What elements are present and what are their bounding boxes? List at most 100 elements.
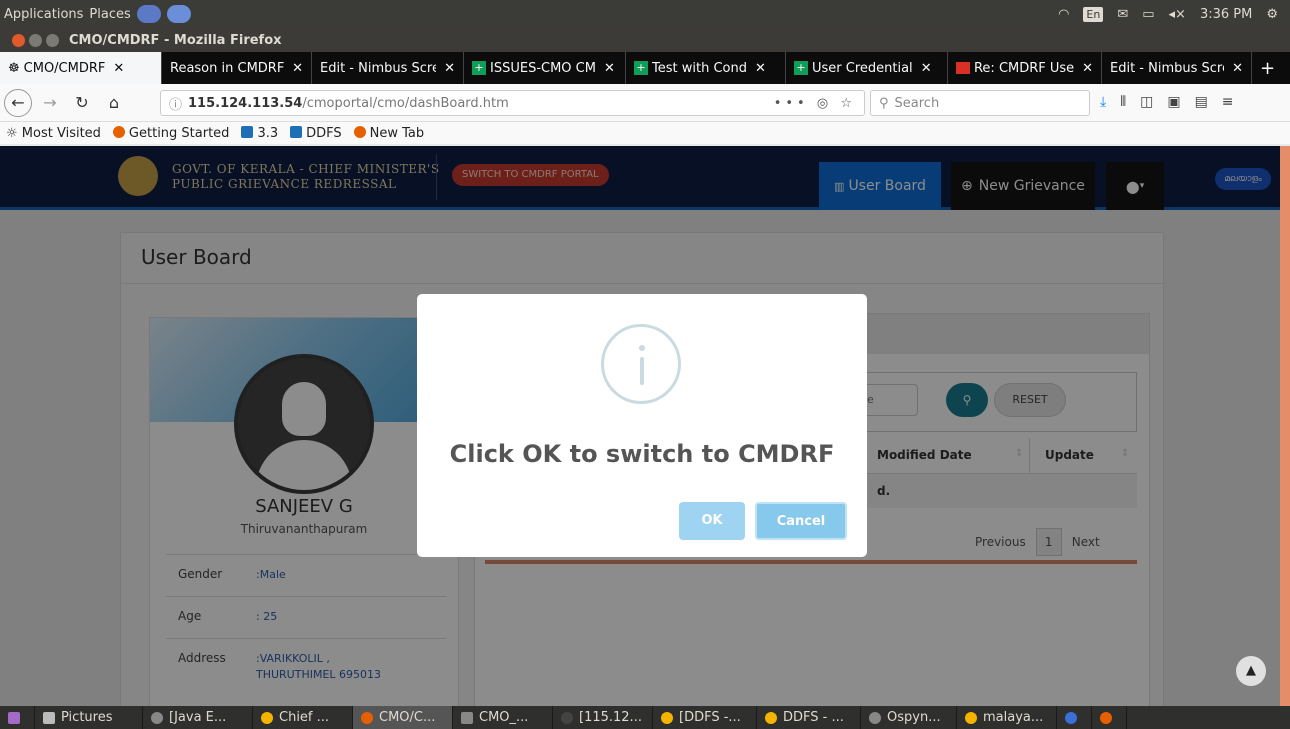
site-info-icon[interactable]: ⓘ [169,94,182,113]
tab-edit-nimbus[interactable]: Edit - Nimbus Scre ✕ [312,52,464,84]
home-icon[interactable]: ⌂ [100,89,128,117]
tab-label: CMO/CMDRF [23,60,106,76]
app-indicator-icon[interactable] [136,5,161,23]
bookmark-label: 3.3 [257,125,279,141]
extension-icon[interactable]: ▣ [1167,94,1180,110]
tab-cmo-cmdrf[interactable]: ☸ CMO/CMDRF ✕ [0,52,162,84]
tab-close-icon[interactable]: ✕ [604,61,615,76]
page-actions[interactable]: ••• ◎ ☆ [774,96,864,111]
tab-close-icon[interactable]: ✕ [755,61,766,76]
cancel-button[interactable]: Cancel [755,502,847,540]
sheets-icon: + [472,61,486,75]
tab-label: ISSUES-CMO CM [490,60,596,76]
firefox-icon [361,711,373,724]
taskbar-label: [DDFS -... [679,710,741,725]
taskbar-item-ddfs-1[interactable]: [DDFS -... [653,706,757,729]
clock[interactable]: 3:36 PM [1200,7,1252,22]
taskbar-item-ddfs-2[interactable]: DDFS - ... [757,706,861,729]
keyboard-language[interactable]: En [1083,6,1104,22]
bookmark-label: Getting Started [128,125,230,141]
sheets-icon: + [634,61,648,75]
bookmark-most-visited[interactable]: ☼ Most Visited [6,126,101,141]
window-minimize-button[interactable] [29,33,42,47]
tab-label: Edit - Nimbus Scre [1110,60,1225,76]
taskbar-label: CMO/C... [379,710,436,725]
search-input[interactable]: ⚲ Search [870,90,1090,116]
taskbar-item-chief[interactable]: Chief ... [253,706,353,729]
taskbar-item-cmo[interactable]: CMO/C... [353,706,453,729]
info-icon-bar [640,357,644,385]
window-close-button[interactable] [12,33,25,47]
app-icon [869,711,881,724]
search-icon: ⚲ [879,95,889,111]
tab-test-with-cond[interactable]: + Test with Cond ✕ [626,52,786,84]
terminal-icon [561,711,573,724]
library-icon[interactable]: ⫴ [1120,94,1126,110]
bookmark-3-3[interactable]: 3.3 [241,125,279,141]
taskbar-label: DDFS - ... [783,710,844,725]
tab-label: Re: CMDRF Use [973,60,1075,76]
mail-indicator-icon[interactable]: ✉ [1117,7,1128,22]
window-titlebar: CMO/CMDRF - Mozilla Firefox [0,28,1290,52]
dialog-message: Click OK to switch to CMDRF [449,440,835,468]
window-maximize-button[interactable] [46,33,59,47]
site-icon: ☸ [8,60,20,76]
tab-label: Edit - Nimbus Scre [320,60,437,76]
battery-icon[interactable]: ▭ [1142,7,1154,22]
ok-button[interactable]: OK [679,502,745,540]
tab-label: Test with Cond [652,60,747,76]
new-tab-button[interactable]: + [1252,52,1283,84]
tab-re-cmdrf[interactable]: Re: CMDRF Use ✕ [948,52,1102,84]
ddfs-icon [241,125,254,138]
taskbar-label: CMO_... [479,710,529,725]
url-bar[interactable]: ⓘ 115.124.113.54 /cmoportal/cmo/dashBoar… [160,90,865,116]
download-icon[interactable]: ⤓ [1100,94,1106,110]
places-menu[interactable]: Places [89,7,130,22]
menu-icon[interactable]: ≡ [1222,94,1234,110]
bookmarks-toolbar: ☼ Most Visited Getting Started 3.3 DDFS … [0,122,1290,144]
folder-icon [43,711,55,724]
tab-close-icon[interactable]: ✕ [444,61,455,76]
taskbar-item-pictures[interactable]: Pictures [35,706,143,729]
tab-close-icon[interactable]: ✕ [1232,61,1243,76]
tab-close-icon[interactable]: ✕ [921,61,932,76]
scroll-to-top-button[interactable]: ▲ [1236,656,1266,686]
tab-reason-in-cmdrf[interactable]: Reason in CMDRF . ✕ [162,52,312,84]
tab-issues-cmo[interactable]: + ISSUES-CMO CM ✕ [464,52,626,84]
taskbar-item-firefox[interactable] [1092,706,1127,729]
wifi-icon[interactable]: ◠ [1058,7,1069,22]
taskbar-item-browser-2[interactable] [1057,706,1092,729]
toolbar-icons: ⤓ ⫴ ◫ ▣ ▤ ≡ [1100,94,1234,110]
tab-edit-nimbus-2[interactable]: Edit - Nimbus Scre ✕ [1102,52,1252,84]
confirm-dialog: Click OK to switch to CMDRF OK Cancel [417,294,867,557]
tab-close-icon[interactable]: ✕ [292,61,303,76]
search-placeholder: Search [894,95,940,111]
taskbar-label: Ospyn... [887,710,941,725]
bookmark-getting-started[interactable]: Getting Started [112,125,230,141]
power-icon[interactable]: ⚙ [1266,7,1278,22]
tab-close-icon[interactable]: ✕ [113,61,124,76]
extension-icon-2[interactable]: ▤ [1195,94,1208,110]
applications-menu[interactable]: Applications [4,7,83,22]
tab-user-credential[interactable]: + User Credential ✕ [786,52,948,84]
desktop-icon [8,711,20,724]
tab-close-icon[interactable]: ✕ [1082,61,1093,76]
back-icon[interactable]: ← [4,88,32,117]
volume-icon[interactable]: ◂× [1169,7,1186,22]
taskbar-item-ip[interactable]: [115.12... [553,706,653,729]
forward-icon[interactable]: → [36,89,64,117]
taskbar-item-java[interactable]: [Java E... [143,706,253,729]
bookmark-new-tab[interactable]: New Tab [353,125,424,141]
bookmark-ddfs[interactable]: DDFS [290,125,342,141]
cloud-indicator-icon[interactable] [166,5,191,23]
browser-icon [1065,711,1077,724]
page-scrollbar[interactable] [1280,146,1290,706]
show-desktop-button[interactable] [0,706,35,729]
firefox-icon [1100,711,1112,724]
sidebar-icon[interactable]: ◫ [1140,94,1153,110]
taskbar-item-malaya[interactable]: malaya... [957,706,1057,729]
taskbar-item-cmo-file[interactable]: CMO_... [453,706,553,729]
taskbar-item-ospyn[interactable]: Ospyn... [861,706,957,729]
firefox-icon [353,125,366,138]
reload-icon[interactable]: ↻ [68,89,96,117]
